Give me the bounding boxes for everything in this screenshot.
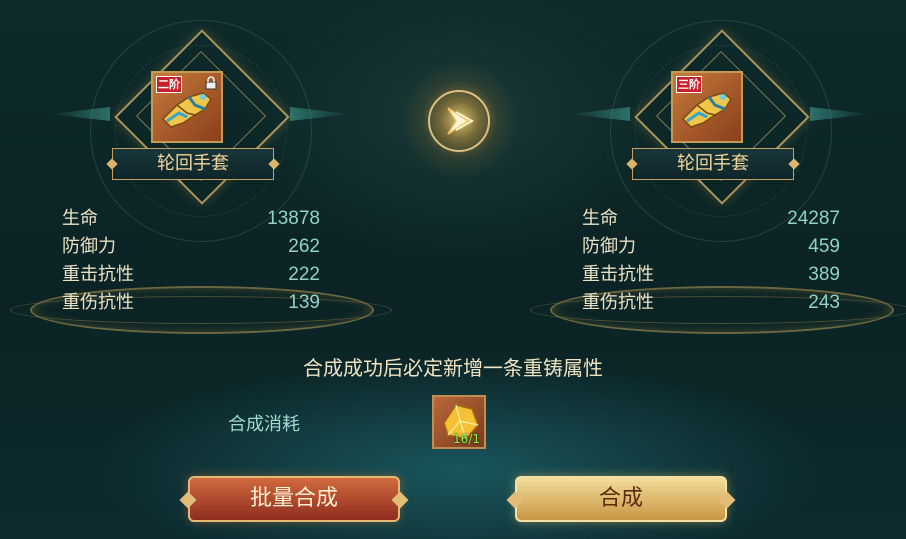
synthesis-note: 合成成功后必定新增一条重铸属性 [303, 356, 603, 380]
item-slot[interactable]: 二阶 [151, 71, 223, 143]
synthesize-button[interactable]: 合成 [515, 476, 727, 522]
stat-row: 重击抗性 222 [62, 261, 320, 289]
cost-count: 16/1 [453, 432, 480, 446]
stat-row: 重伤抗性 139 [62, 289, 320, 317]
stat-value: 389 [808, 264, 840, 285]
decor-wing-right [810, 107, 870, 121]
stat-label: 重伤抗性 [62, 292, 134, 313]
stat-value: 24287 [787, 208, 840, 229]
stat-label: 防御力 [62, 236, 116, 257]
stat-row: 重伤抗性 243 [582, 289, 840, 317]
grade-badge: 三阶 [676, 76, 702, 93]
cost-material-slot[interactable]: 16/1 [432, 395, 486, 449]
stat-row: 防御力 459 [582, 233, 840, 261]
stat-value: 139 [288, 292, 320, 313]
stats-list: 生命 13878 防御力 262 重击抗性 222 重伤抗性 139 [62, 205, 320, 317]
item-slot[interactable]: 三阶 [671, 71, 743, 143]
lock-icon [205, 76, 217, 90]
stat-label: 生命 [582, 208, 618, 229]
stat-label: 重击抗性 [62, 264, 134, 285]
stat-label: 生命 [62, 208, 98, 229]
stat-label: 重击抗性 [582, 264, 654, 285]
arrow-right-icon [447, 107, 475, 135]
stat-value: 262 [288, 236, 320, 257]
stat-value: 243 [808, 292, 840, 313]
stat-value: 13878 [267, 208, 320, 229]
decor-wing-left [50, 107, 110, 121]
item-name: 轮回手套 [112, 148, 274, 180]
decor-wing-left [570, 107, 630, 121]
stat-row: 防御力 262 [62, 233, 320, 261]
decor-wing-right [290, 107, 350, 121]
stat-row: 重击抗性 389 [582, 261, 840, 289]
right-item-panel: 三阶 轮回手套 生命 24287 防御力 459 重击抗性 389 重伤抗性 2… [530, 0, 906, 340]
grade-badge: 二阶 [156, 76, 182, 93]
cost-label: 合成消耗 [228, 414, 300, 435]
stat-label: 防御力 [582, 236, 636, 257]
left-item-panel: 二阶 轮回手套 生命 13878 防御力 262 重击抗性 222 重伤抗性 1… [10, 0, 392, 340]
stat-value: 222 [288, 264, 320, 285]
stats-list: 生命 24287 防御力 459 重击抗性 389 重伤抗性 243 [582, 205, 840, 317]
stat-row: 生命 13878 [62, 205, 320, 233]
stat-value: 459 [808, 236, 840, 257]
stat-label: 重伤抗性 [582, 292, 654, 313]
item-name: 轮回手套 [632, 148, 794, 180]
stat-row: 生命 24287 [582, 205, 840, 233]
batch-synthesize-button[interactable]: 批量合成 [188, 476, 400, 522]
